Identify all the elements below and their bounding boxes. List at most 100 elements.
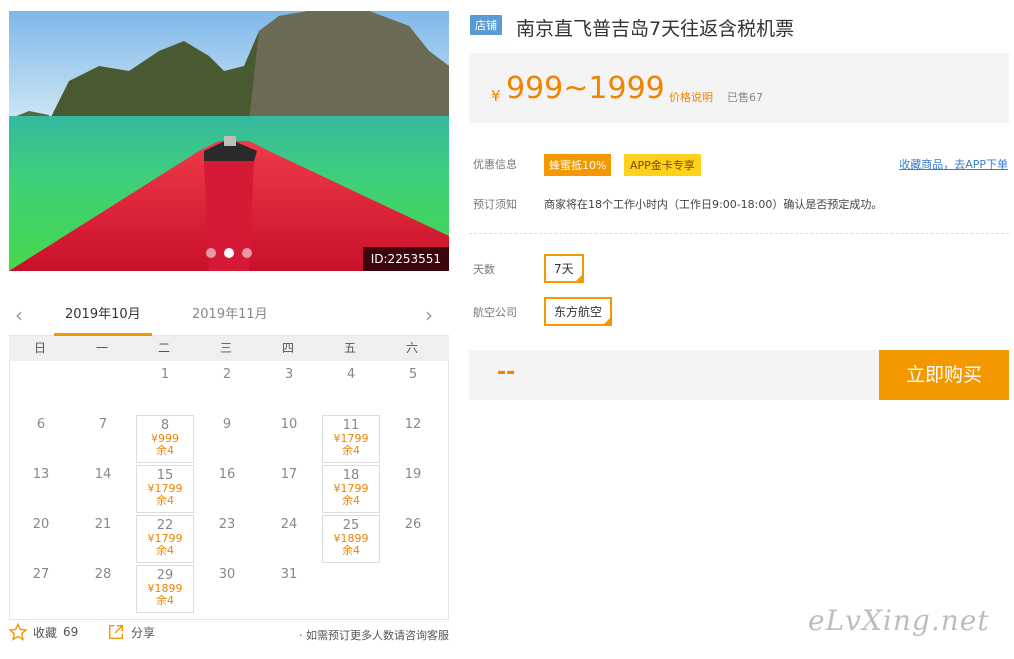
calendar-day-box: 1: [136, 365, 194, 413]
calendar-day-box: 28: [74, 565, 132, 613]
calendar-day-available[interactable]: 18 ¥1799 余4: [320, 465, 382, 515]
calendar-day-box[interactable]: 18 ¥1799 余4: [322, 465, 380, 513]
calendar-day-number: 11: [342, 418, 360, 433]
calendar-day-box: 12: [384, 415, 442, 463]
airline-option-eastern[interactable]: 东方航空: [544, 297, 613, 326]
calendar-day-box: 21: [74, 515, 132, 563]
calendar-day-box[interactable]: 25 ¥1899 余4: [322, 515, 380, 563]
carousel-dot-1[interactable]: [206, 248, 216, 258]
calendar-day-box: 14: [74, 465, 132, 513]
calendar-day: 30: [196, 565, 258, 615]
total-price: --: [497, 360, 516, 385]
calendar-day-box[interactable]: 15 ¥1799 余4: [136, 465, 194, 513]
calendar-day-number: 5: [408, 367, 418, 382]
price-box: ¥ 999~1999 价格说明 已售67: [469, 53, 1009, 123]
calendar-day-number: 2: [222, 367, 232, 382]
calendar-day-box[interactable]: 11 ¥1799 余4: [322, 415, 380, 463]
action-bar: 收藏 69 分享 · 如需预订更多人数请咨询客服: [9, 623, 449, 645]
calendar-day-number: 27: [32, 567, 50, 582]
calendar-day-available[interactable]: 15 ¥1799 余4: [134, 465, 196, 515]
calendar-day-box: 6: [12, 415, 70, 463]
consult-note: · 如需预订更多人数请咨询客服: [299, 629, 449, 642]
calendar-day-number: 18: [342, 468, 360, 483]
calendar-day: 5: [382, 365, 444, 415]
calendar-day-number: 23: [218, 517, 236, 532]
shop-badge[interactable]: 店铺: [470, 15, 502, 35]
photo-id-label: ID:2253551: [362, 247, 449, 271]
buy-now-button[interactable]: 立即购买: [879, 350, 1009, 400]
price-explain-link[interactable]: 价格说明: [669, 89, 713, 105]
share-label: 分享: [131, 625, 156, 640]
calendar-week-row: 27 28 29 ¥1899 余4 30 31: [10, 565, 448, 615]
sold-count: 已售67: [727, 91, 763, 104]
weekday-label: 四: [281, 341, 294, 355]
calendar-day: [72, 365, 134, 415]
calendar-day-box: [384, 565, 442, 613]
calendar-day-box: 17: [260, 465, 318, 513]
calendar-day-box[interactable]: 29 ¥1899 余4: [136, 565, 194, 613]
calendar-day: 2: [196, 365, 258, 415]
calendar-day-remaining: 余4: [156, 594, 174, 607]
promo-tag-honey: 蜂蜜抵10%: [544, 154, 612, 176]
calendar-day-number: 17: [280, 467, 298, 482]
days-option-7[interactable]: 7天: [544, 254, 584, 283]
calendar-day-box: 23: [198, 515, 256, 563]
calendar-day-available[interactable]: 8 ¥999 余4: [134, 415, 196, 465]
currency-symbol: ¥: [491, 87, 501, 105]
app-order-link[interactable]: 收藏商品，去APP下单: [899, 156, 1008, 172]
calendar-day-number: 19: [404, 467, 422, 482]
calendar-day: 24: [258, 515, 320, 565]
next-month-chevron-icon[interactable]: ›: [425, 305, 441, 326]
calendar-day-box: 26: [384, 515, 442, 563]
total-price-bar: --: [469, 350, 879, 400]
calendar-day-number: 4: [346, 367, 356, 382]
calendar-day: [10, 365, 72, 415]
calendar-day-number: 1: [160, 367, 170, 382]
calendar-week-row: 1 2 3 4 5: [10, 365, 448, 415]
calendar-day-available[interactable]: 22 ¥1799 余4: [134, 515, 196, 565]
calendar-day-remaining: 余4: [156, 494, 174, 507]
calendar-day: 23: [196, 515, 258, 565]
product-photo-carousel[interactable]: ID:2253551: [9, 11, 449, 271]
calendar-day-available[interactable]: 11 ¥1799 余4: [320, 415, 382, 465]
favorite-button[interactable]: 收藏 69: [9, 623, 78, 641]
calendar-day-number: 25: [342, 518, 360, 533]
calendar-day-remaining: 余4: [342, 444, 360, 457]
carousel-dot-3[interactable]: [242, 248, 252, 258]
calendar-day-box: 30: [198, 565, 256, 613]
calendar-day-number: 13: [32, 467, 50, 482]
calendar-day-remaining: 余4: [156, 444, 174, 457]
calendar-day-number: 21: [94, 517, 112, 532]
tab-month-november[interactable]: 2019年11月: [181, 306, 279, 336]
calendar-day: [382, 565, 444, 615]
calendar-day-number: 10: [280, 417, 298, 432]
price-range: 999~1999: [506, 71, 665, 106]
calendar-day-box: [12, 365, 70, 413]
calendar-day-box: 24: [260, 515, 318, 563]
calendar-day-number: 28: [94, 567, 112, 582]
calendar-day-remaining: 余4: [156, 544, 174, 557]
weekday-label: 六: [405, 341, 418, 355]
share-button[interactable]: 分享: [107, 623, 155, 641]
calendar-day: 13: [10, 465, 72, 515]
weekday-label: 日: [33, 341, 46, 355]
calendar-day-remaining: 余4: [342, 494, 360, 507]
tab-month-october[interactable]: 2019年10月: [54, 306, 152, 336]
calendar-day-box: 10: [260, 415, 318, 463]
calendar-day: [320, 565, 382, 615]
carousel-dot-2[interactable]: [224, 248, 234, 258]
weekday-label: 二: [157, 341, 170, 355]
calendar-day-number: 16: [218, 467, 236, 482]
calendar-day-available[interactable]: 25 ¥1899 余4: [320, 515, 382, 565]
calendar-day-available[interactable]: 29 ¥1899 余4: [134, 565, 196, 615]
calendar-day-remaining: 余4: [342, 544, 360, 557]
calendar-day-box: [74, 365, 132, 413]
star-icon: [9, 623, 27, 641]
calendar-day: 7: [72, 415, 134, 465]
calendar-day-box[interactable]: 8 ¥999 余4: [136, 415, 194, 463]
calendar-day-box: 20: [12, 515, 70, 563]
calendar-day: 26: [382, 515, 444, 565]
calendar-day-box: 13: [12, 465, 70, 513]
prev-month-chevron-icon[interactable]: ‹: [15, 305, 31, 326]
calendar-day-box[interactable]: 22 ¥1799 余4: [136, 515, 194, 563]
